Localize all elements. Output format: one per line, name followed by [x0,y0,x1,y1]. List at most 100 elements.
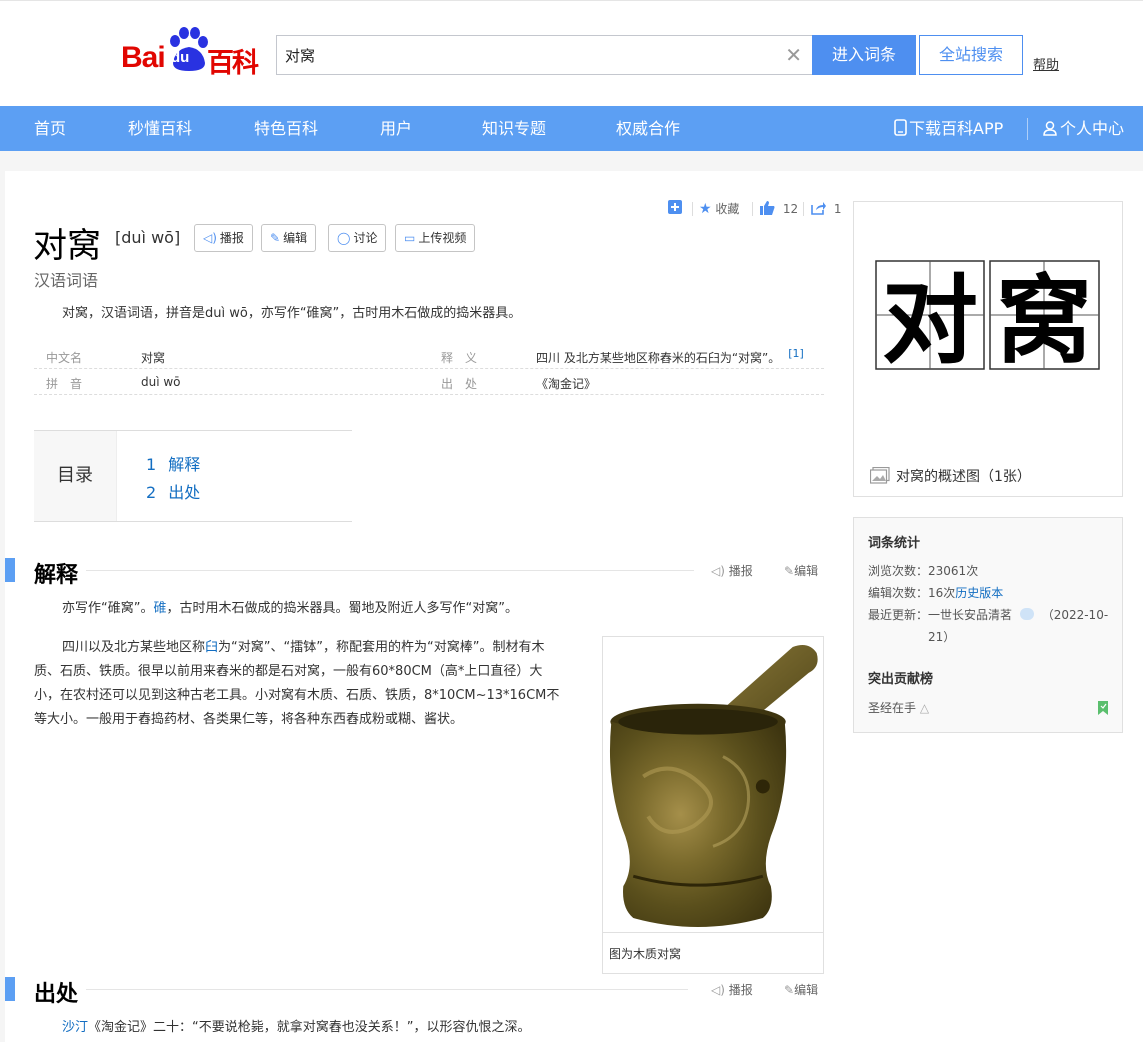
updated-user[interactable]: 一世长安品清茗 [928,608,1012,622]
upload-video-label: 上传视频 [418,231,467,245]
section-title-explanation: 解释 [34,563,79,588]
figure-caption: 图为木质对窝 [609,947,682,961]
enter-entry-button[interactable]: 进入词条 [812,35,916,75]
section-marker [5,977,15,1001]
toc-item-number: 2 [146,483,157,502]
nav-item-miaodong[interactable]: 秒懂百科 [128,106,192,151]
add-icon[interactable] [668,200,682,218]
inline-link[interactable]: 沙汀 [62,1020,88,1035]
stats-title: 词条统计 [868,536,921,551]
paragraph: 沙汀《淘金记》二十：“不要说枪毙，就拿对窝舂也没关系！”，以形容仇恨之深。 [34,1016,824,1040]
inline-link[interactable]: 臼 [205,640,218,655]
logo-bai-text: Bai [121,41,166,74]
article-figure[interactable]: 图为木质对窝 [602,636,824,974]
user-center-label: 个人中心 [1060,119,1125,138]
broadcast-button[interactable]: ◁) 播报 [194,224,253,252]
speaker-icon: ◁) [203,231,217,245]
table-of-contents: 目录 1 解释 2 出处 [34,430,352,522]
wooden-mortar-image [603,637,823,933]
favorite-button[interactable]: ★ 收藏 [699,200,739,218]
basic-info-row: 中文名 对窝 释 义 四川 及北方某些地区称舂米的石臼为“对窝”。 [1] [34,343,824,369]
nav-item-home[interactable]: 首页 [34,106,66,151]
stats-label: 编辑次数： [868,586,929,600]
updated-date: （2022-10- [1041,608,1109,622]
history-version-link[interactable]: 历史版本 [955,586,1003,600]
edit-label: 编辑 [794,564,819,578]
nav-item-topics[interactable]: 知识专题 [482,106,546,151]
overview-image-card[interactable]: 对 窝 对窝的概述图（1张） [853,201,1123,497]
broadcast-label: 播报 [219,231,244,245]
stats-views: 浏览次数：23061次 [868,562,978,579]
pencil-icon: ✎ [270,231,281,245]
search-box: ✕ [276,35,812,75]
toc-item-source[interactable]: 2 出处 [146,479,200,503]
speaker-icon: ◁) [711,983,725,997]
stats-value: 16次 [928,586,956,600]
overview-char: 窝 [996,265,1092,372]
overview-image: 对 窝 [875,260,1100,372]
section-divider [86,989,688,990]
logo-du-text: du [171,49,190,66]
nav-item-users[interactable]: 用户 [380,106,412,151]
chat-bubble-icon: ◯ [337,231,351,245]
nav-item-featured[interactable]: 特色百科 [254,106,318,151]
paragraph: 四川以及北方某些地区称臼为“对窝”、“擂钵”，称配套用的杵为“对窝棒”。制材有木… [34,636,568,732]
main-nav: 首页 秒懂百科 特色百科 用户 知识专题 权威合作 下载百科APP 个人中心 [0,106,1143,151]
logo-baike-text: 百科 [207,48,259,79]
text: 亦写作“碓窝”。 [62,601,154,616]
baike-logo[interactable]: Bai du 百科 [121,27,261,79]
phone-icon [894,119,907,136]
video-icon: ▭ [404,231,416,245]
updated-date-cont: 21） [928,630,956,644]
text: 四川以及北方某些地区称 [62,640,206,655]
reference-link[interactable]: [1] [788,347,804,360]
edit-button[interactable]: ✎ 编辑 [261,224,317,252]
user-center-link[interactable]: 个人中心 [1043,106,1124,151]
star-icon: ★ [699,201,712,217]
stats-value: 23061次 [928,564,979,578]
stats-label: 最近更新： [868,608,929,622]
share-count: 1 [833,202,842,216]
section-broadcast-button[interactable]: ◁) 播报 [711,981,753,998]
overview-caption[interactable]: 对窝的概述图（1张） [869,466,1031,486]
nav-item-cooperation[interactable]: 权威合作 [616,106,680,151]
close-icon[interactable]: ✕ [785,44,802,66]
section-edit-button[interactable]: ✎编辑 [784,981,818,998]
text: ，古时用木石做成的捣米器具。蜀地及附近人多写作“对窝”。 [166,601,518,616]
site-search-button[interactable]: 全站搜索 [919,35,1023,75]
section-edit-button[interactable]: ✎编辑 [784,562,818,579]
section-broadcast-button[interactable]: ◁) 播报 [711,562,753,579]
overview-char: 对 [882,265,978,372]
toc-heading: 目录 [34,431,117,521]
bookmark-icon[interactable] [1098,701,1108,715]
toolbar-divider [692,202,693,216]
info-value: 四川 及北方某些地区称舂米的石臼为“对窝”。 [536,351,781,365]
overview-caption-text: 对窝的概述图（1张） [896,469,1031,485]
help-link[interactable]: 帮助 [1033,54,1059,73]
search-input[interactable] [285,36,775,74]
info-value: 《淘金记》 [536,377,597,391]
contrib-user[interactable]: 圣经在手 △ [868,699,929,716]
nav-divider [1027,118,1028,140]
stats-label: 浏览次数： [868,564,929,578]
speaker-icon: ◁) [711,564,725,578]
toc-item-explanation[interactable]: 1 解释 [146,451,200,475]
basic-info-row: 拼 音 duì wō 出 处 《淘金记》 [34,369,824,395]
info-value: 对窝 [141,351,166,365]
entry-stats-panel: 词条统计 浏览次数：23061次 编辑次数：16次历史版本 最近更新：一世长安品… [853,517,1123,733]
share-button[interactable]: 1 [811,200,841,218]
toc-item-label: 解释 [168,455,201,474]
title-pinyin: [duì wō] [115,228,181,247]
inline-link[interactable]: 碓 [153,601,166,616]
discuss-button[interactable]: ◯ 讨论 [328,224,387,252]
paragraph: 亦写作“碓窝”。碓，古时用木石做成的捣米器具。蜀地及附近人多写作“对窝”。 [34,597,594,621]
section-title-source: 出处 [34,982,79,1007]
pencil-icon: ✎ [784,983,795,997]
entry-subtitle: 汉语词语 [34,271,99,290]
discuss-label: 讨论 [353,231,378,245]
download-app-link[interactable]: 下载百科APP [894,106,1003,151]
upload-video-button[interactable]: ▭ 上传视频 [395,224,476,252]
info-key: 拼 音 [46,377,83,391]
like-button[interactable]: 12 [760,200,798,218]
stats-updated: 最近更新：一世长安品清茗 （2022-10- [868,606,1108,623]
